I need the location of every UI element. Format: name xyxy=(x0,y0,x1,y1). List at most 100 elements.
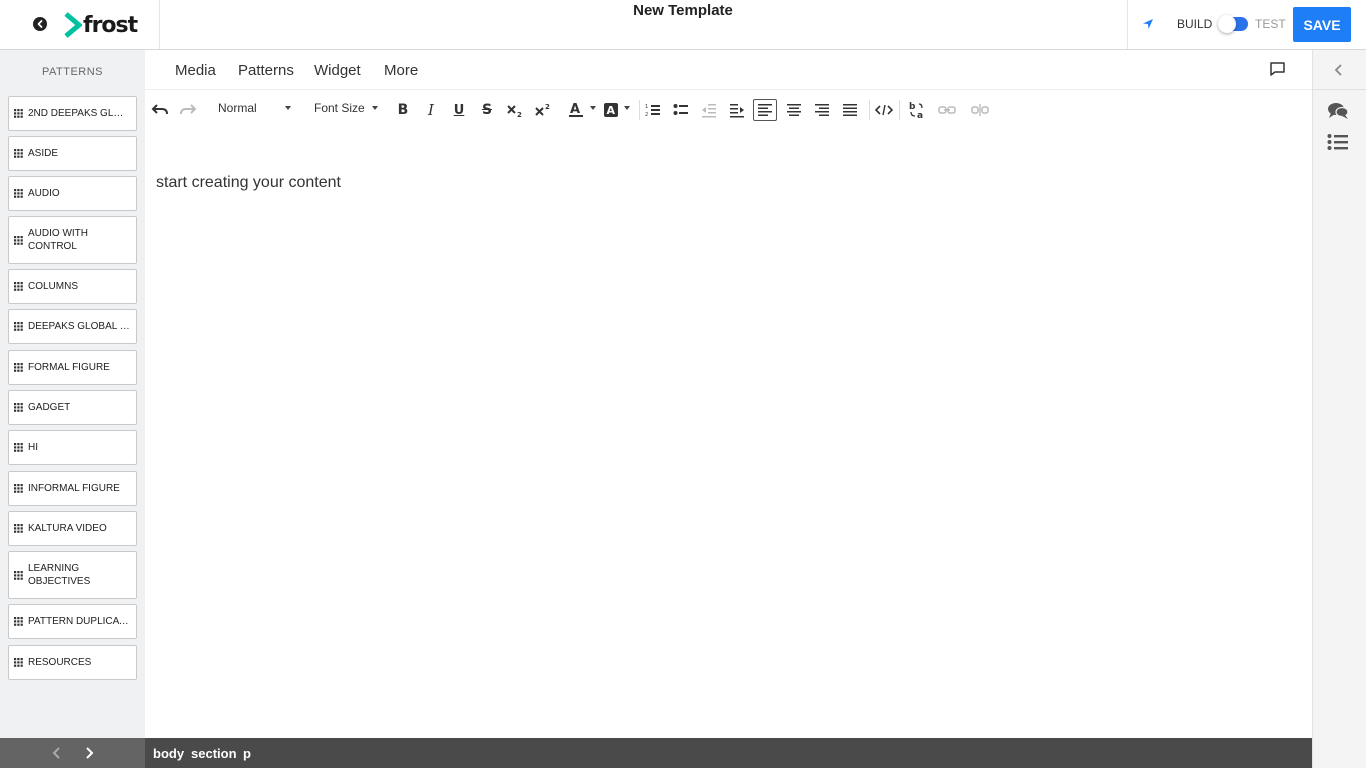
indent-icon[interactable] xyxy=(725,99,749,121)
font-size-select[interactable]: Font Size xyxy=(314,101,365,115)
element-path-bar: body section p xyxy=(145,738,1312,768)
pattern-item[interactable]: ASIDE xyxy=(8,136,137,171)
pattern-item[interactable]: 2ND DEEPAKS GLOBAL PATTERN xyxy=(8,96,137,131)
svg-text:1: 1 xyxy=(645,104,648,110)
pattern-item[interactable]: KALTURA VIDEO xyxy=(8,511,137,546)
align-center-icon[interactable] xyxy=(782,99,806,121)
save-button[interactable]: SAVE xyxy=(1293,7,1351,42)
font-color-caret-icon xyxy=(590,106,596,110)
pattern-item[interactable]: RESOURCES xyxy=(8,645,137,680)
right-panel-header xyxy=(1313,50,1366,90)
bold-icon[interactable]: B xyxy=(391,99,415,121)
drag-grip-icon[interactable] xyxy=(14,282,23,291)
content-editor[interactable]: start creating your content xyxy=(145,130,1312,738)
outline-list-icon[interactable] xyxy=(1327,133,1349,151)
pattern-label: AUDIO WITH CONTROL xyxy=(28,228,88,252)
drag-grip-icon[interactable] xyxy=(14,443,23,452)
patterns-sidebar: PATTERNS 2ND DEEPAKS GLOBAL PATTERN ASIDE… xyxy=(0,50,145,738)
unordered-list-icon[interactable] xyxy=(669,99,693,121)
strikethrough-icon[interactable]: S xyxy=(475,99,499,121)
drag-grip-icon[interactable] xyxy=(14,658,23,667)
font-color-icon[interactable]: A xyxy=(565,99,589,121)
pattern-item[interactable]: AUDIO xyxy=(8,176,137,211)
drag-grip-icon[interactable] xyxy=(14,189,23,198)
drag-grip-icon[interactable] xyxy=(14,149,23,158)
test-mode-label: TEST xyxy=(1255,17,1286,31)
underline-icon[interactable]: U xyxy=(447,99,471,121)
pattern-label: HI xyxy=(28,442,38,453)
format-caret-icon xyxy=(285,106,291,110)
drag-grip-icon[interactable] xyxy=(14,363,23,372)
pattern-label: KALTURA VIDEO xyxy=(28,523,107,534)
next-arrow-icon[interactable] xyxy=(82,746,96,760)
toolbar-separator xyxy=(899,100,900,120)
comments-icon[interactable] xyxy=(1327,102,1349,120)
pattern-item[interactable]: LEARNING OBJECTIVES xyxy=(8,551,137,599)
right-panel xyxy=(1312,50,1366,768)
drag-grip-icon[interactable] xyxy=(14,484,23,493)
pattern-item[interactable]: AUDIO WITH CONTROL xyxy=(8,216,137,264)
pattern-item[interactable]: FORMAL FIGURE xyxy=(8,350,137,385)
align-right-icon[interactable] xyxy=(810,99,834,121)
menu-patterns[interactable]: Patterns xyxy=(238,62,294,79)
top-header: frost New Template BUILD TEST SAVE xyxy=(0,0,1366,50)
code-view-icon[interactable] xyxy=(872,99,896,121)
frost-logo[interactable]: frost xyxy=(64,11,138,39)
pattern-item[interactable]: DEEPAKS GLOBAL PATTERN xyxy=(8,309,137,344)
menu-widget[interactable]: Widget xyxy=(314,62,361,79)
pattern-item[interactable]: HI xyxy=(8,430,137,465)
unlink-icon[interactable] xyxy=(968,99,992,121)
align-left-icon[interactable] xyxy=(753,99,777,121)
link-icon[interactable] xyxy=(935,99,959,121)
svg-text:A: A xyxy=(570,102,580,117)
editor-menubar: Media Patterns Widget More xyxy=(145,50,1312,90)
drag-grip-icon[interactable] xyxy=(14,109,23,118)
prev-arrow-icon[interactable] xyxy=(50,746,64,760)
back-icon[interactable] xyxy=(33,17,47,31)
pattern-label: AUDIO xyxy=(28,188,60,199)
logo-chevron-icon xyxy=(64,12,82,38)
subscript-icon[interactable]: 2 xyxy=(503,99,527,121)
italic-icon[interactable]: I xyxy=(419,99,443,121)
build-mode-label: BUILD xyxy=(1177,17,1213,31)
page-title: New Template xyxy=(633,2,733,19)
pattern-label: RESOURCES xyxy=(28,657,92,668)
pattern-item[interactable]: PATTERN DUPLICATE xyxy=(8,604,137,639)
editor-placeholder-text[interactable]: start creating your content xyxy=(156,174,341,192)
drag-grip-icon[interactable] xyxy=(14,570,23,580)
find-replace-icon[interactable]: ba xyxy=(905,99,929,121)
crumb-body[interactable]: body xyxy=(153,746,184,761)
collapse-chevron-icon[interactable] xyxy=(1333,63,1345,77)
crumb-section[interactable]: section xyxy=(191,746,237,761)
ordered-list-icon[interactable]: 12 xyxy=(641,99,665,121)
svg-text:2: 2 xyxy=(545,103,550,111)
pattern-item[interactable]: GADGET xyxy=(8,390,137,425)
logo-text: frost xyxy=(83,12,138,38)
drag-grip-icon[interactable] xyxy=(14,403,23,412)
format-select[interactable]: Normal xyxy=(218,101,257,115)
superscript-icon[interactable]: 2 xyxy=(531,99,555,121)
build-test-toggle[interactable] xyxy=(1218,15,1248,33)
redo-icon[interactable] xyxy=(176,99,200,121)
pattern-label: GADGET xyxy=(28,402,71,413)
crumb-p[interactable]: p xyxy=(243,746,251,761)
align-justify-icon[interactable] xyxy=(838,99,862,121)
drag-grip-icon[interactable] xyxy=(14,235,23,245)
formatting-toolbar: Normal Font Size B I U S 2 2 A A 12 b a xyxy=(145,90,1312,130)
navigation-arrow-icon[interactable] xyxy=(1141,17,1155,31)
pattern-item[interactable]: INFORMAL FIGURE xyxy=(8,471,137,506)
outdent-icon[interactable] xyxy=(697,99,721,121)
menu-media[interactable]: Media xyxy=(175,62,216,79)
undo-icon[interactable] xyxy=(148,99,172,121)
drag-grip-icon[interactable] xyxy=(14,524,23,533)
drag-grip-icon[interactable] xyxy=(14,322,23,331)
toolbar-separator xyxy=(639,100,640,120)
comment-icon[interactable] xyxy=(1269,61,1286,77)
background-color-icon[interactable]: A xyxy=(599,99,623,121)
menu-more[interactable]: More xyxy=(384,62,418,79)
pattern-item[interactable]: COLUMNS xyxy=(8,269,137,304)
header-divider xyxy=(1127,0,1128,49)
pattern-label: 2ND DEEPAKS GLOBAL PATTERN xyxy=(28,108,131,119)
drag-grip-icon[interactable] xyxy=(14,617,23,626)
pattern-label: DEEPAKS GLOBAL PATTERN xyxy=(28,321,131,332)
